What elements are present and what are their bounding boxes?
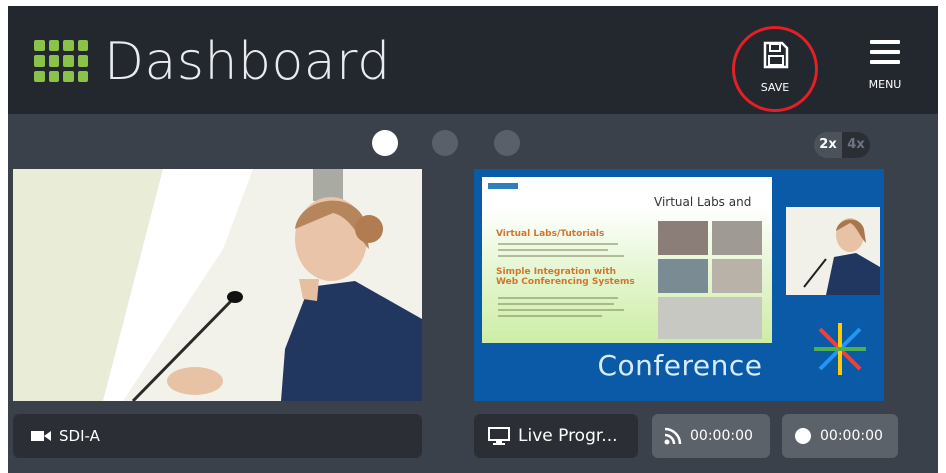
slide-heading-2: Simple Integration with Web Conferencing… — [496, 267, 635, 287]
zoom-toggle: 2x 4x — [814, 132, 870, 158]
rss-feed-icon — [664, 427, 682, 445]
grid-logo-icon — [34, 40, 88, 82]
record-button[interactable]: 00:00:00 — [782, 414, 898, 458]
video-camera-icon — [31, 429, 51, 443]
speaker-image — [13, 169, 422, 401]
source-live-program-button[interactable]: Live Progr... — [474, 414, 638, 458]
record-dot-icon — [794, 427, 812, 445]
monitor-icon — [488, 427, 510, 445]
save-button[interactable]: SAVE — [732, 26, 818, 112]
zoom-2x-button[interactable]: 2x — [814, 132, 842, 158]
header-bar: Dashboard SAVE MENU — [8, 6, 938, 114]
pager-dot-1[interactable] — [372, 130, 398, 156]
menu-button[interactable]: MENU — [860, 34, 910, 96]
sdi-a-label: SDI-A — [59, 427, 100, 445]
video-preview-live-program[interactable]: Virtual Labs and Tutorials Virtual Labs/… — [474, 169, 884, 401]
record-timer: 00:00:00 — [820, 428, 883, 444]
zoom-4x-button[interactable]: 4x — [842, 132, 870, 158]
floppy-disk-icon — [763, 41, 789, 69]
video-preview-sdi-a[interactable] — [13, 169, 422, 401]
stream-timer: 00:00:00 — [690, 428, 753, 444]
page-title: Dashboard — [104, 32, 391, 92]
stream-button[interactable]: 00:00:00 — [652, 414, 770, 458]
presenter-inset — [786, 207, 880, 295]
save-label: SAVE — [760, 81, 790, 94]
source-sdi-a-button[interactable]: SDI-A — [13, 414, 422, 458]
pager-dot-2[interactable] — [432, 130, 458, 156]
pager-dot-3[interactable] — [494, 130, 520, 156]
conference-overlay-text: Conference — [597, 349, 763, 382]
live-program-label: Live Progr... — [518, 426, 618, 446]
slide-header: Virtual Labs and Tutorials — [482, 177, 772, 223]
dashboard-frame: Dashboard SAVE MENU 2x 4x Virtual Labs a… — [8, 6, 938, 473]
menu-label: MENU — [868, 78, 902, 91]
slide-heading-1: Virtual Labs/Tutorials — [496, 229, 605, 239]
hamburger-icon — [870, 40, 900, 70]
